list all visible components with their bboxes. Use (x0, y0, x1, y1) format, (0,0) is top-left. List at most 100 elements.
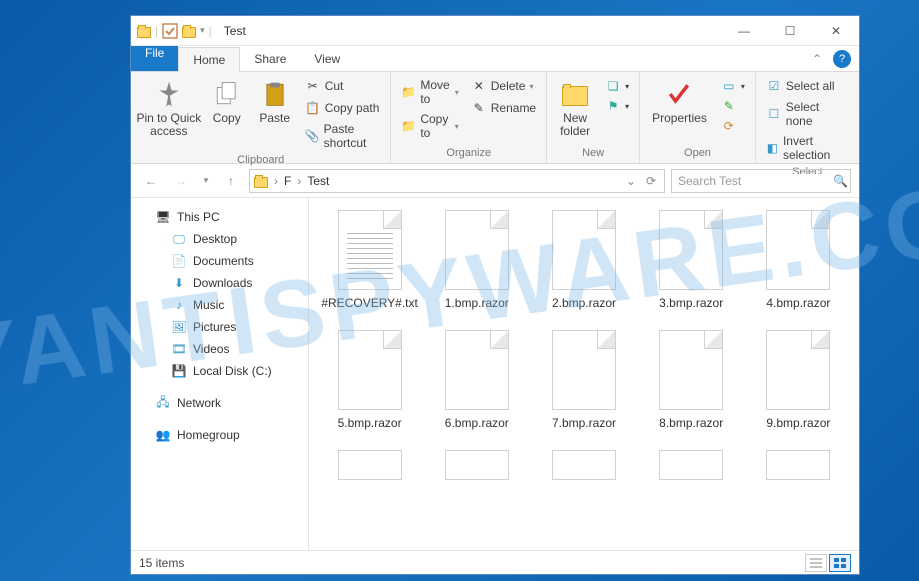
invert-selection-button[interactable]: ◧Invert selection (762, 132, 853, 164)
nav-local-disk[interactable]: 💾Local Disk (C:) (135, 360, 304, 382)
file-item[interactable] (535, 450, 632, 480)
text-file-icon (338, 210, 402, 290)
ribbon: Pin to Quick access Copy Paste ✂Cut 📋Cop… (131, 72, 859, 164)
videos-icon: 🎞 (171, 341, 187, 357)
tab-share[interactable]: Share (240, 46, 300, 71)
file-icon (338, 450, 402, 480)
file-item[interactable]: 6.bmp.razor (428, 330, 525, 430)
file-label: 7.bmp.razor (552, 416, 616, 430)
edit-icon: ✎ (721, 98, 737, 114)
address-bar[interactable]: › F › Test ⌄ ⟳ (249, 169, 665, 193)
file-label: 2.bmp.razor (552, 296, 616, 310)
delete-icon: ✕ (471, 78, 487, 94)
file-item[interactable]: 9.bmp.razor (750, 330, 847, 430)
edit-button[interactable]: ✎ (717, 96, 749, 116)
file-item[interactable] (643, 450, 740, 480)
details-view-button[interactable] (805, 554, 827, 572)
collapse-ribbon-icon[interactable]: ⌃ (805, 46, 829, 71)
close-button[interactable]: ✕ (813, 16, 859, 46)
details-icon (810, 558, 822, 568)
file-icon (659, 330, 723, 410)
recent-locations-button[interactable]: ▾ (199, 169, 213, 193)
help-icon[interactable]: ? (833, 50, 851, 68)
move-to-button[interactable]: 📁Move to▾ (397, 76, 462, 108)
file-label: #RECOVERY#.txt (321, 296, 417, 310)
copy-button[interactable]: Copy (205, 76, 249, 127)
breadcrumb-part[interactable]: Test (307, 174, 329, 188)
tab-home[interactable]: Home (178, 47, 240, 72)
file-item[interactable]: 3.bmp.razor (643, 210, 740, 310)
nav-homegroup[interactable]: 👥Homegroup (135, 424, 304, 446)
copy-path-button[interactable]: 📋Copy path (301, 98, 385, 118)
titlebar: | ▾ | Test — ☐ ✕ (131, 16, 859, 46)
up-button[interactable]: ↑ (219, 169, 243, 193)
folder-icon (254, 177, 268, 188)
file-item[interactable]: 2.bmp.razor (535, 210, 632, 310)
forward-button[interactable]: → (169, 169, 193, 193)
select-all-button[interactable]: ☑Select all (762, 76, 853, 96)
nav-music[interactable]: ♪Music (135, 294, 304, 316)
checkbox-icon[interactable] (162, 23, 178, 39)
copy-to-button[interactable]: 📁Copy to▾ (397, 110, 462, 142)
breadcrumb-part[interactable]: F (284, 174, 291, 188)
cut-button[interactable]: ✂Cut (301, 76, 385, 96)
thumbnails-icon (834, 558, 846, 568)
nav-pictures[interactable]: 🖼Pictures (135, 316, 304, 338)
nav-network[interactable]: 🖧Network (135, 392, 304, 414)
file-item[interactable] (321, 450, 418, 480)
group-label-organize: Organize (397, 145, 540, 163)
open-icon: ▭ (721, 78, 737, 94)
nav-videos[interactable]: 🎞Videos (135, 338, 304, 360)
file-content-pane[interactable]: #RECOVERY#.txt 1.bmp.razor 2.bmp.razor 3.bm… (309, 198, 859, 550)
search-input[interactable] (678, 174, 833, 188)
pc-icon: 🖥 (155, 209, 171, 225)
paste-shortcut-button[interactable]: 📎Paste shortcut (301, 120, 385, 152)
group-label-new: New (553, 145, 633, 163)
maximize-button[interactable]: ☐ (767, 16, 813, 46)
easy-access-button[interactable]: ⚑▾ (601, 96, 633, 116)
address-dropdown-icon[interactable]: ⌄ (626, 174, 636, 188)
properties-button[interactable]: Properties (646, 76, 713, 127)
file-icon (766, 210, 830, 290)
paste-button[interactable]: Paste (253, 76, 297, 127)
thumbnails-view-button[interactable] (829, 554, 851, 572)
new-item-button[interactable]: ❏▾ (601, 76, 633, 96)
search-icon: 🔍 (833, 174, 848, 188)
nav-desktop[interactable]: 🖵Desktop (135, 228, 304, 250)
file-item[interactable] (428, 450, 525, 480)
invert-icon: ◧ (766, 140, 779, 156)
rename-button[interactable]: ✎Rename (467, 98, 540, 118)
tab-file[interactable]: File (131, 46, 178, 71)
file-item[interactable]: 8.bmp.razor (643, 330, 740, 430)
file-item[interactable]: 5.bmp.razor (321, 330, 418, 430)
nav-this-pc[interactable]: 🖥This PC (135, 206, 304, 228)
file-label: 3.bmp.razor (659, 296, 723, 310)
history-button[interactable]: ⟳ (717, 116, 749, 136)
file-label: 4.bmp.razor (766, 296, 830, 310)
qat-divider: | (209, 24, 212, 38)
copy-path-icon: 📋 (305, 100, 321, 116)
folder-icon[interactable] (182, 27, 196, 38)
file-item[interactable]: 4.bmp.razor (750, 210, 847, 310)
select-none-button[interactable]: ☐Select none (762, 98, 853, 130)
explorer-window: | ▾ | Test — ☐ ✕ File Home Share View ⌃ … (130, 15, 860, 575)
documents-icon: 📄 (171, 253, 187, 269)
refresh-icon[interactable]: ⟳ (642, 174, 660, 188)
file-item[interactable]: #RECOVERY#.txt (321, 210, 418, 310)
new-folder-button[interactable]: New folder (553, 76, 597, 140)
delete-button[interactable]: ✕Delete▾ (467, 76, 540, 96)
open-button[interactable]: ▭▾ (717, 76, 749, 96)
tab-view[interactable]: View (300, 46, 354, 71)
search-box[interactable]: 🔍 (671, 169, 851, 193)
qat-dropdown-icon[interactable]: ▾ (200, 25, 205, 36)
breadcrumb-sep-icon: › (274, 174, 278, 188)
back-button[interactable]: ← (139, 169, 163, 193)
pin-to-quick-access-button[interactable]: Pin to Quick access (137, 76, 201, 140)
nav-downloads[interactable]: ⬇Downloads (135, 272, 304, 294)
file-icon (338, 330, 402, 410)
nav-documents[interactable]: 📄Documents (135, 250, 304, 272)
minimize-button[interactable]: — (721, 16, 767, 46)
file-item[interactable]: 7.bmp.razor (535, 330, 632, 430)
file-item[interactable] (750, 450, 847, 480)
file-item[interactable]: 1.bmp.razor (428, 210, 525, 310)
